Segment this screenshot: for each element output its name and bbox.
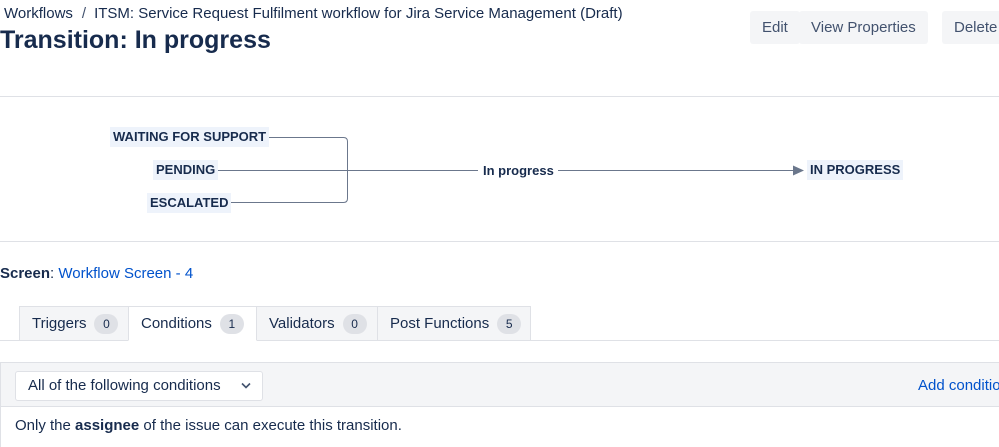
tab-validators[interactable]: Validators 0 xyxy=(256,306,378,341)
status-escalated: ESCALATED xyxy=(147,193,232,213)
breadcrumb: Workflows / ITSM: Service Request Fulfilme… xyxy=(4,5,623,22)
transition-name: In progress xyxy=(479,163,558,178)
condition-row: Only the assignee of the issue can execu… xyxy=(0,406,999,447)
add-condition-link[interactable]: Add condition xyxy=(918,377,999,394)
tab-conditions-label: Conditions xyxy=(141,315,212,332)
condition-description: Only the assignee of the issue can execu… xyxy=(15,417,402,434)
tab-post-functions-count: 5 xyxy=(497,313,522,334)
breadcrumb-current-workflow-link[interactable]: ITSM: Service Request Fulfilment workflo… xyxy=(94,5,623,22)
tab-post-functions[interactable]: Post Functions 5 xyxy=(377,306,531,341)
condition-text-suffix: of the issue can execute this transition… xyxy=(139,417,402,434)
screen-link[interactable]: Workflow Screen - 4 xyxy=(58,265,193,282)
breadcrumb-workflows-link[interactable]: Workflows xyxy=(4,5,73,22)
chevron-down-icon xyxy=(240,372,252,410)
status-in-progress: IN PROGRESS xyxy=(807,160,904,180)
transition-diagram: WAITING FOR SUPPORT PENDING ESCALATED In… xyxy=(0,96,999,242)
status-pending: PENDING xyxy=(153,160,219,180)
conditions-toolbar: All of the following conditions Add cond… xyxy=(0,362,999,407)
tab-conditions[interactable]: Conditions 1 xyxy=(128,306,257,341)
tab-validators-count: 0 xyxy=(342,313,367,334)
condition-text-prefix: Only the xyxy=(15,417,76,434)
status-waiting-for-support: WAITING FOR SUPPORT xyxy=(110,127,270,147)
screen-info: Screen: Workflow Screen - 4 xyxy=(0,265,193,282)
page-title: Transition: In progress xyxy=(0,26,271,54)
tab-conditions-count: 1 xyxy=(219,313,244,334)
tab-validators-label: Validators xyxy=(269,315,335,332)
tab-triggers-label: Triggers xyxy=(32,315,87,332)
tab-triggers-count: 0 xyxy=(94,313,119,334)
breadcrumb-separator: / xyxy=(81,5,87,22)
transition-tabs: Triggers 0 Conditions 1 Validators 0 Post F… xyxy=(19,306,531,341)
condition-text-emphasis: assignee xyxy=(75,417,140,434)
condition-group-select-value: All of the following conditions xyxy=(28,377,221,394)
condition-group-select[interactable]: All of the following conditions xyxy=(15,371,263,401)
edit-button[interactable]: Edit xyxy=(750,11,800,44)
screen-label: Screen xyxy=(0,265,51,282)
delete-button[interactable]: Delete xyxy=(942,11,999,44)
tab-triggers[interactable]: Triggers 0 xyxy=(19,306,129,341)
tab-post-functions-label: Post Functions xyxy=(390,315,490,332)
arrow-right-icon xyxy=(793,165,804,176)
view-properties-button[interactable]: View Properties xyxy=(799,11,928,44)
